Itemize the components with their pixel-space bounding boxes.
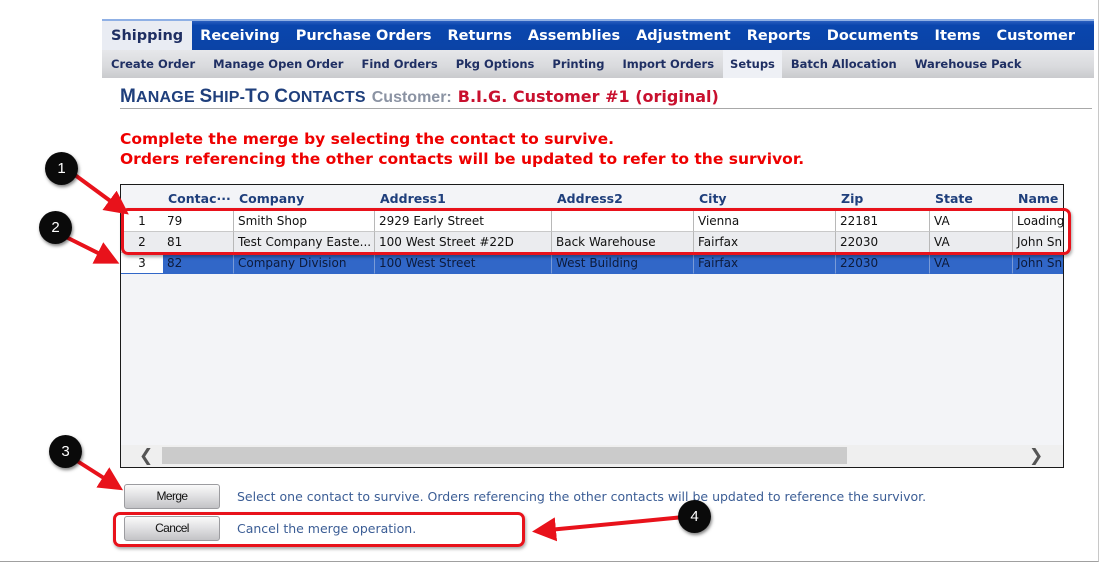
nav-tab-shipping[interactable]: Shipping bbox=[102, 21, 193, 50]
cell-address1: 100 West Street bbox=[375, 253, 552, 274]
cell-city: Fairfax bbox=[694, 253, 836, 274]
subnav-import-orders[interactable]: Import Orders bbox=[613, 50, 723, 78]
cell-zip: 22030 bbox=[836, 253, 930, 274]
cell-name: John Sn bbox=[1013, 253, 1063, 274]
scroll-left-icon[interactable]: ❮ bbox=[139, 445, 153, 467]
scroll-right-icon[interactable]: ❯ bbox=[1029, 445, 1043, 467]
instruction-line-2: Orders referencing the other contacts wi… bbox=[120, 150, 805, 168]
nav-tab-documents[interactable]: Documents bbox=[819, 21, 927, 50]
nav-tab-purchase-orders[interactable]: Purchase Orders bbox=[288, 21, 440, 50]
row-number: 3 bbox=[121, 253, 163, 274]
callout-3: 3 bbox=[49, 435, 82, 468]
cell-company: Company Division bbox=[234, 253, 375, 274]
cell-contact: 82 bbox=[163, 253, 234, 274]
merge-button[interactable]: Merge bbox=[124, 484, 220, 509]
table-row-selected[interactable]: 3 82 Company Division 100 West Street We… bbox=[121, 253, 1063, 274]
highlight-rows-1-2 bbox=[121, 208, 1071, 255]
nav-tab-items[interactable]: Items bbox=[927, 21, 989, 50]
callout-4: 4 bbox=[678, 500, 711, 533]
cell-state: VA bbox=[930, 253, 1013, 274]
sub-nav: Create Order Manage Open Order Find Orde… bbox=[102, 50, 1094, 78]
cell-address2: West Building bbox=[552, 253, 694, 274]
customer-name: B.I.G. Customer #1 (original) bbox=[457, 87, 719, 106]
merge-description: Select one contact to survive. Orders re… bbox=[237, 489, 927, 504]
top-nav: Shipping Receiving Purchase Orders Retur… bbox=[102, 19, 1094, 50]
page-title: MANAGE SHIP-TO CONTACTS bbox=[120, 86, 366, 107]
nav-tab-adjustment[interactable]: Adjustment bbox=[628, 21, 739, 50]
subnav-manage-open-order[interactable]: Manage Open Order bbox=[204, 50, 352, 78]
title-row: MANAGE SHIP-TO CONTACTS Customer: B.I.G.… bbox=[120, 86, 1092, 109]
nav-tab-assemblies[interactable]: Assemblies bbox=[520, 21, 628, 50]
subnav-printing[interactable]: Printing bbox=[543, 50, 613, 78]
arrow-2 bbox=[65, 235, 120, 264]
nav-tab-reports[interactable]: Reports bbox=[739, 21, 819, 50]
subnav-batch-allocation[interactable]: Batch Allocation bbox=[782, 50, 906, 78]
nav-tab-returns[interactable]: Returns bbox=[440, 21, 520, 50]
callout-1: 1 bbox=[45, 152, 78, 185]
nav-tab-customer[interactable]: Customer bbox=[988, 21, 1083, 50]
app-frame: Shipping Receiving Purchase Orders Retur… bbox=[0, 0, 1099, 562]
merge-instructions: Complete the merge by selecting the cont… bbox=[120, 129, 804, 169]
scrollbar-thumb[interactable] bbox=[162, 447, 847, 464]
subnav-setups[interactable]: Setups bbox=[723, 50, 782, 78]
subnav-pkg-options[interactable]: Pkg Options bbox=[447, 50, 544, 78]
instruction-line-1: Complete the merge by selecting the cont… bbox=[120, 130, 615, 148]
arrow-3 bbox=[72, 457, 124, 491]
subnav-find-orders[interactable]: Find Orders bbox=[352, 50, 446, 78]
horizontal-scrollbar[interactable]: ❮ ❯ bbox=[121, 445, 1063, 467]
subnav-warehouse-pack[interactable]: Warehouse Pack bbox=[906, 50, 1031, 78]
customer-label: Customer: bbox=[371, 89, 452, 106]
subnav-create-order[interactable]: Create Order bbox=[102, 50, 204, 78]
nav-tab-receiving[interactable]: Receiving bbox=[192, 21, 288, 50]
callout-2: 2 bbox=[39, 211, 72, 244]
highlight-cancel bbox=[113, 512, 525, 547]
arrow-4 bbox=[532, 515, 685, 542]
arrow-1 bbox=[73, 173, 129, 215]
